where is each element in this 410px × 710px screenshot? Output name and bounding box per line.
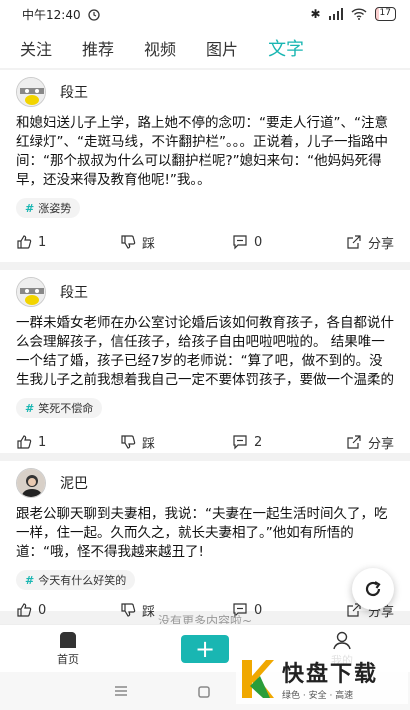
author-name[interactable]: 泥巴 xyxy=(60,473,88,493)
feed-list: 段王 和媳妇送儿子上学，路上她不停的念叨：“要走人行道”、“注意红绿灯”、“走斑… xyxy=(0,70,410,620)
comment-icon xyxy=(233,435,247,450)
status-bar: 中午12:40 ✱ 17 xyxy=(0,0,410,28)
tab-image[interactable]: 图片 xyxy=(206,36,238,60)
topic-tag[interactable]: # 今天有什么好笑的 xyxy=(16,570,136,590)
battery-indicator: 17 xyxy=(374,7,396,21)
refresh-icon xyxy=(365,581,381,597)
comment-button[interactable]: 0 xyxy=(232,234,336,250)
post-header: 段王 xyxy=(16,270,394,314)
topic-tag[interactable]: # 笑死不偿命 xyxy=(16,398,103,418)
avatar[interactable] xyxy=(16,468,46,498)
tab-recommend[interactable]: 推荐 xyxy=(82,36,114,60)
comment-button[interactable]: 2 xyxy=(232,434,336,450)
signal-icon xyxy=(328,8,343,20)
share-icon xyxy=(347,435,361,449)
watermark-title: 快盘下载 xyxy=(282,661,379,687)
post-text[interactable]: 一群未婚女老师在办公室讨论婚后该如何教育孩子，各自都说什么会理解孩子，信任孩子，… xyxy=(16,314,394,390)
post-text[interactable]: 和媳妇送儿子上学，路上她不停的念叨：“要走人行道”、“注意红绿灯”、“走斑马线，… xyxy=(16,114,394,190)
like-button[interactable]: 1 xyxy=(16,234,120,250)
thumb-up-icon xyxy=(17,435,32,449)
author-name[interactable]: 段王 xyxy=(60,82,88,102)
post-card: 段王 一群未婚女老师在办公室讨论婚后该如何教育孩子，各自都说什么会理解孩子，信任… xyxy=(0,270,410,453)
dislike-button[interactable]: 踩 xyxy=(120,433,232,452)
like-button[interactable]: 1 xyxy=(16,434,120,450)
wifi-icon xyxy=(351,8,367,20)
home-icon xyxy=(60,631,76,648)
thumb-down-icon xyxy=(121,435,136,449)
plus-icon: + xyxy=(194,634,216,663)
watermark-subtitle: 绿色 · 安全 · 高速 xyxy=(282,690,354,701)
top-tabs: 关注 推荐 视频 图片 文字 xyxy=(0,28,410,68)
add-post-button[interactable]: + xyxy=(181,634,229,663)
share-icon xyxy=(347,235,361,249)
bluetooth-icon: ✱ xyxy=(310,7,321,21)
post-card: 泥巴 跟老公聊天聊到夫妻相，我说：“夫妻在一起生活时间久了，吃一样，住一起。久而… xyxy=(0,461,410,620)
user-icon xyxy=(333,631,351,649)
home-square-icon[interactable] xyxy=(198,686,210,698)
topic-tag[interactable]: # 涨姿势 xyxy=(16,198,81,218)
nav-home[interactable]: 首页 xyxy=(0,631,136,667)
post-header: 泥巴 xyxy=(16,461,394,505)
tab-video[interactable]: 视频 xyxy=(144,36,176,60)
status-time: 中午12:40 xyxy=(22,7,81,22)
tab-follow[interactable]: 关注 xyxy=(20,36,52,60)
share-button[interactable]: 分享 xyxy=(346,433,394,452)
post-text[interactable]: 跟老公聊天聊到夫妻相，我说：“夫妻在一起生活时间久了，吃一样，住一起。久而久之，… xyxy=(16,505,394,562)
alarm-icon xyxy=(87,9,100,21)
tab-text[interactable]: 文字 xyxy=(268,35,304,61)
thumb-up-icon xyxy=(17,235,32,249)
post-card: 段王 和媳妇送儿子上学，路上她不停的念叨：“要走人行道”、“注意红绿灯”、“走斑… xyxy=(0,70,410,262)
post-actions: 1 踩 0 分享 xyxy=(16,222,394,262)
avatar[interactable] xyxy=(16,277,46,307)
share-button[interactable]: 分享 xyxy=(346,233,394,252)
author-name[interactable]: 段王 xyxy=(60,282,88,302)
comment-icon xyxy=(233,235,247,250)
post-actions: 1 踩 2 分享 xyxy=(16,422,394,462)
avatar[interactable] xyxy=(16,77,46,107)
watermark-logo xyxy=(236,656,276,700)
watermark: 快盘下载 绿色 · 安全 · 高速 xyxy=(236,652,408,704)
dislike-button[interactable]: 踩 xyxy=(120,233,232,252)
post-header: 段王 xyxy=(16,70,394,114)
thumb-down-icon xyxy=(121,235,136,249)
refresh-button[interactable] xyxy=(352,568,394,610)
menu-icon[interactable] xyxy=(114,686,128,696)
